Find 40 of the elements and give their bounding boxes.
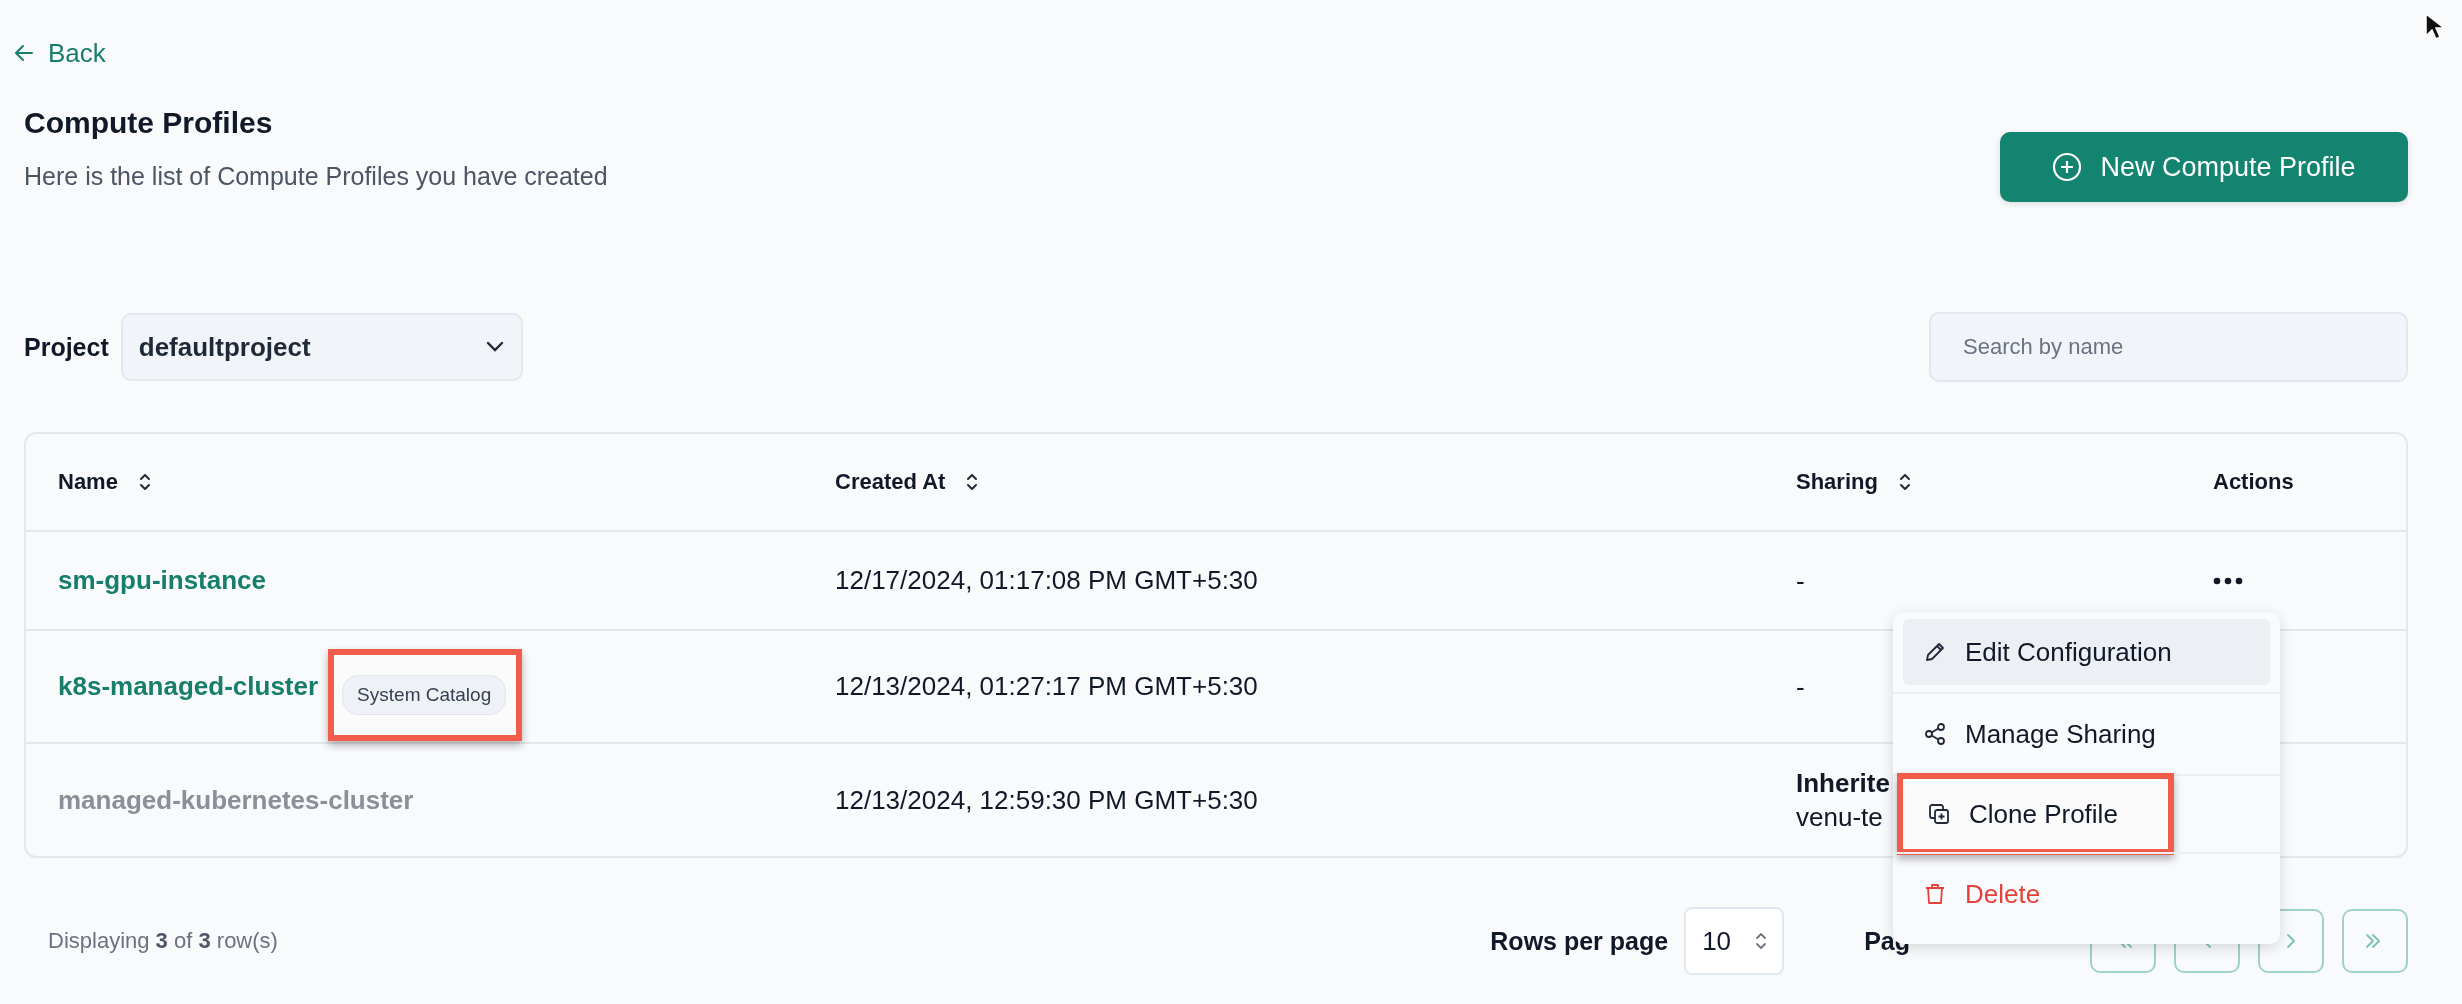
plus-circle-icon: [2052, 152, 2083, 182]
rows-per-page-label: Rows per page: [1490, 926, 1669, 956]
sharing-text: -: [1796, 564, 1805, 598]
sharing-text: Inherite: [1796, 767, 1890, 800]
sort-icon: [1754, 931, 1769, 951]
cursor-icon: [2424, 12, 2444, 42]
menu-item[interactable]: Manage Sharing: [1903, 701, 2270, 767]
search-field[interactable]: Search by name: [1929, 312, 2408, 382]
page-title: Compute Profiles: [24, 105, 274, 141]
project-select[interactable]: defaultproject: [120, 313, 523, 381]
profile-name-link[interactable]: sm-gpu-instance: [58, 565, 267, 596]
sharing-text: venu-te: [1796, 801, 1883, 834]
chevron-down-icon: [484, 341, 505, 353]
column-header: Created At: [835, 469, 946, 495]
profile-name-link[interactable]: k8s-managed-cluster: [58, 671, 319, 702]
more-icon[interactable]: [2213, 576, 2243, 585]
date-cell: 12/13/2024, 01:27:17 PM GMT+5:30: [835, 671, 1258, 701]
column-header: Name: [58, 469, 118, 495]
row-count-text: Displaying 3 of 3 row(s): [48, 928, 278, 954]
date-cell: 12/17/2024, 01:17:08 PM GMT+5:30: [835, 565, 1258, 595]
column-header: Sharing: [1796, 469, 1878, 495]
column-header: Actions: [2213, 469, 2294, 495]
rows-per-page-select[interactable]: 10: [1684, 907, 1785, 975]
page-subtitle: Here is the list of Compute Profiles you have created: [24, 161, 608, 192]
copy-icon: [1927, 802, 1951, 826]
new-profile-button[interactable]: New Compute Profile: [2000, 132, 2408, 202]
share-icon: [1923, 722, 1947, 746]
pencil-icon: [1923, 640, 1947, 664]
back-link[interactable]: Back: [12, 38, 106, 68]
menu-item[interactable]: Clone Profile: [1907, 781, 2128, 847]
sort-icon[interactable]: [137, 472, 152, 492]
date-cell: 12/13/2024, 12:59:30 PM GMT+5:30: [835, 784, 1258, 815]
sort-icon[interactable]: [1897, 472, 1912, 492]
tag: System Catalog: [342, 674, 507, 715]
menu-item[interactable]: Edit Configuration: [1903, 619, 2270, 685]
project-label: Project: [24, 332, 109, 362]
menu-item[interactable]: Delete: [1903, 861, 2270, 927]
sharing-text: -: [1796, 670, 1805, 704]
trash-icon: [1923, 882, 1947, 906]
sort-icon[interactable]: [965, 472, 980, 492]
